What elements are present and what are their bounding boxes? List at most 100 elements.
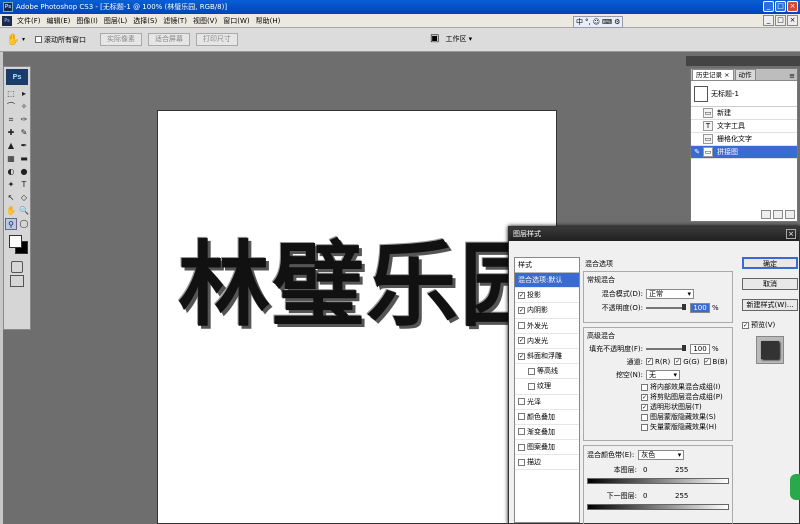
checkbox-checked[interactable]: ✓	[518, 291, 525, 299]
move-tool-icon[interactable]: ▸	[18, 88, 30, 100]
history-state[interactable]: T 文字工具	[691, 120, 797, 133]
checkbox[interactable]	[518, 458, 525, 466]
close-icon[interactable]: ×	[786, 229, 796, 239]
dodge-tool-icon[interactable]: ●	[18, 166, 30, 178]
checkbox[interactable]	[528, 382, 535, 390]
checkbox-checked[interactable]: ✓	[641, 403, 648, 411]
type-tool-icon[interactable]: T	[18, 179, 30, 191]
checkbox-checked[interactable]: ✓	[742, 321, 749, 329]
ime-settings-icon[interactable]: ⚙	[614, 18, 620, 26]
menu-filter[interactable]: 滤镜(T)	[160, 16, 190, 26]
menu-select[interactable]: 选择(S)	[130, 16, 160, 26]
crop-tool-icon[interactable]: ⌗	[5, 114, 17, 126]
this-layer-gradient[interactable]	[587, 478, 729, 484]
checkbox[interactable]	[518, 413, 525, 421]
preview-checkbox[interactable]: ✓ 预览(V)	[742, 320, 798, 330]
document-icon[interactable]: Ps	[2, 15, 12, 26]
style-item-satin[interactable]: 光泽	[515, 395, 579, 410]
style-item-gradient-overlay[interactable]: 渐变叠加	[515, 425, 579, 441]
doc-minimize-button[interactable]: _	[763, 15, 774, 26]
ime-toolbar[interactable]: 中 °, ☺ ⌨ ⚙	[573, 16, 624, 28]
checkbox[interactable]	[518, 398, 525, 406]
chevron-down-icon[interactable]: ▾	[22, 36, 25, 43]
maximize-button[interactable]: □	[775, 1, 786, 12]
checkbox[interactable]	[528, 367, 535, 375]
history-brush-source[interactable]: ✎	[691, 148, 703, 156]
checkbox-checked[interactable]: ✓	[674, 358, 682, 365]
styles-header[interactable]: 样式	[515, 258, 579, 273]
style-item-inner-shadow[interactable]: ✓ 内阴影	[515, 303, 579, 319]
checkbox[interactable]	[641, 413, 648, 421]
checkbox[interactable]	[518, 322, 525, 330]
zoom-tool-icon[interactable]: ◯	[18, 218, 30, 230]
underlying-layer-gradient[interactable]	[587, 504, 729, 510]
style-item-stroke[interactable]: 描边	[515, 455, 579, 471]
history-brush-icon[interactable]: ✒	[18, 140, 30, 152]
checkbox-checked[interactable]: ✓	[518, 337, 525, 345]
ime-smiley-icon[interactable]: ☺	[593, 18, 600, 26]
checkbox-checked[interactable]: ✓	[518, 352, 525, 360]
menu-image[interactable]: 图像(I)	[73, 16, 101, 26]
panel-menu-icon[interactable]: ≡	[789, 72, 795, 80]
menu-window[interactable]: 窗口(W)	[220, 16, 252, 26]
knockout-select[interactable]: 无 ▾	[646, 369, 680, 380]
checkbox[interactable]	[641, 423, 648, 431]
blend-if-select[interactable]: 灰色 ▾	[638, 449, 685, 460]
hand-tool-icon[interactable]: ✋	[6, 33, 20, 47]
tab-actions[interactable]: 动作	[734, 69, 756, 80]
menu-edit[interactable]: 编辑(E)	[44, 16, 74, 26]
side-widget[interactable]	[790, 474, 800, 500]
fill-opacity-slider[interactable]	[646, 344, 686, 351]
pen-tool-icon[interactable]: ✦	[5, 179, 17, 191]
clone-stamp-icon[interactable]: ▲	[5, 140, 17, 152]
shape-tool-icon[interactable]: ◇	[18, 192, 30, 204]
magic-wand-icon[interactable]: ✧	[18, 101, 30, 113]
checkbox-checked[interactable]: ✓	[646, 358, 653, 365]
style-item-drop-shadow[interactable]: ✓ 投影	[515, 288, 579, 304]
opacity-field[interactable]: 100	[690, 302, 710, 313]
hand-tool-icon[interactable]: ⚲	[5, 218, 17, 230]
history-state[interactable]: ▭ 栅格化文字	[691, 133, 797, 146]
path-select-icon[interactable]: ↖	[5, 192, 17, 204]
scroll-all-windows-checkbox[interactable]: 滚动所有窗口	[35, 35, 86, 45]
eraser-tool-icon[interactable]: ▦	[5, 153, 17, 165]
document-canvas[interactable]: 林璧乐园	[157, 110, 557, 524]
tab-history[interactable]: 历史记录 ×	[692, 69, 734, 80]
checkbox-checked[interactable]: ✓	[518, 306, 525, 314]
doc-close-button[interactable]: ×	[787, 15, 798, 26]
doc-restore-button[interactable]: □	[775, 15, 786, 26]
style-item-outer-glow[interactable]: 外发光	[515, 319, 579, 334]
healing-brush-icon[interactable]: ✚	[5, 127, 17, 139]
checkbox-checked[interactable]: ✓	[641, 393, 648, 401]
slider-knob[interactable]	[682, 303, 686, 310]
new-snapshot-icon[interactable]	[773, 210, 783, 219]
minimize-button[interactable]: _	[763, 1, 774, 12]
close-button[interactable]: ×	[787, 1, 798, 12]
eyedropper-icon[interactable]: 🔍	[18, 205, 30, 217]
ime-punct-icon[interactable]: °,	[585, 18, 591, 26]
trash-icon[interactable]	[785, 210, 795, 219]
style-item-contour[interactable]: 等高线	[515, 364, 579, 380]
slider-knob[interactable]	[682, 344, 686, 351]
new-style-button[interactable]: 新建样式(W)...	[742, 299, 798, 311]
style-item-color-overlay[interactable]: 颜色叠加	[515, 410, 579, 425]
opacity-slider[interactable]	[646, 303, 686, 310]
ime-keyboard-icon[interactable]: ⌨	[602, 18, 612, 26]
palette-well-icon[interactable]: ▣	[430, 33, 439, 44]
checkbox[interactable]	[641, 383, 648, 391]
menu-view[interactable]: 视图(V)	[190, 16, 220, 26]
checkbox[interactable]	[518, 443, 525, 451]
menu-layer[interactable]: 图层(L)	[101, 16, 130, 26]
style-item-inner-glow[interactable]: ✓ 内发光	[515, 334, 579, 349]
gradient-tool-icon[interactable]: ▬	[18, 153, 30, 165]
workspace-menu[interactable]: 工作区 ▾	[445, 34, 472, 44]
blend-mode-select[interactable]: 正常 ▾	[646, 288, 694, 299]
fit-screen-button[interactable]: 适合屏幕	[148, 33, 191, 46]
checkbox[interactable]	[518, 428, 525, 436]
slice-tool-icon[interactable]: ✑	[18, 114, 30, 126]
checkbox-checked[interactable]: ✓	[703, 358, 711, 365]
history-state[interactable]: ▭ 新建	[691, 107, 797, 120]
ime-chinese-icon[interactable]: 中	[576, 17, 583, 27]
brush-tool-icon[interactable]: ✎	[18, 127, 30, 139]
history-snapshot[interactable]: 无标题-1	[691, 81, 797, 107]
